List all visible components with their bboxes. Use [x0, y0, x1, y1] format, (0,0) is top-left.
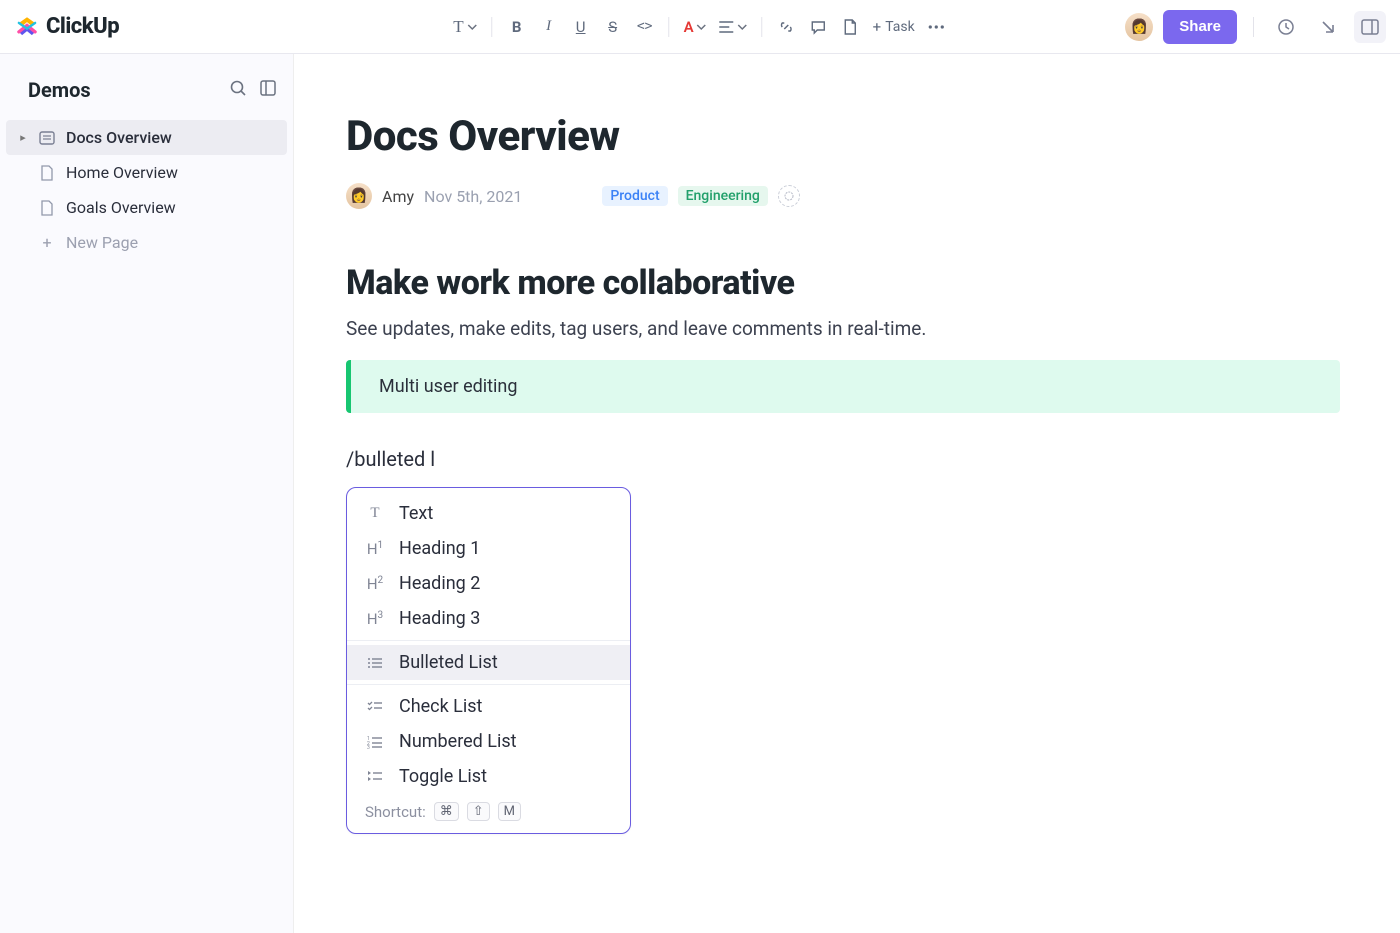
- topbar: ClickUp T B I U S <> A +Ta: [0, 0, 1400, 54]
- h2-icon: H2: [365, 575, 385, 593]
- bullet-list-icon: [365, 656, 385, 670]
- doc-paragraph[interactable]: See updates, make edits, tag users, and …: [346, 317, 1340, 340]
- collapse-sidebar-icon[interactable]: [259, 79, 277, 101]
- formatting-toolbar: T B I U S <> A +Task: [449, 12, 950, 42]
- sidebar-item-label: Docs Overview: [66, 128, 172, 147]
- bold-button[interactable]: B: [503, 12, 531, 42]
- page-icon: [38, 165, 56, 181]
- plus-icon: +: [38, 233, 56, 252]
- menu-item-numbered-list[interactable]: 123 Numbered List: [347, 724, 630, 759]
- numbered-list-icon: 123: [365, 735, 385, 749]
- menu-item-heading-3[interactable]: H3 Heading 3: [347, 601, 630, 636]
- add-tag-button[interactable]: [778, 185, 800, 207]
- text-color-dropdown[interactable]: A: [680, 12, 711, 42]
- menu-item-toggle-list[interactable]: Toggle List: [347, 759, 630, 794]
- sidebar-item-docs-overview[interactable]: ▸ Docs Overview: [6, 120, 287, 155]
- tag-product[interactable]: Product: [602, 186, 667, 206]
- menu-separator: [347, 640, 630, 641]
- sidebar-new-page[interactable]: + New Page: [6, 225, 287, 260]
- menu-item-text[interactable]: T Text: [347, 496, 630, 531]
- separator: [669, 17, 670, 37]
- user-avatar[interactable]: 👩: [1125, 13, 1153, 41]
- kbd-shift: ⇧: [467, 802, 490, 821]
- underline-button[interactable]: U: [567, 12, 595, 42]
- text-icon: T: [365, 505, 385, 522]
- menu-shortcut-hint: Shortcut: ⌘ ⇧ M: [347, 794, 630, 821]
- menu-separator: [347, 684, 630, 685]
- doc-meta: 👩 Amy Nov 5th, 2021 Product Engineering: [346, 183, 1340, 209]
- text-style-dropdown[interactable]: T: [449, 12, 481, 42]
- svg-text:3: 3: [367, 745, 370, 749]
- comment-button[interactable]: [805, 12, 833, 42]
- strikethrough-button[interactable]: S: [599, 12, 627, 42]
- separator: [492, 17, 493, 37]
- history-icon[interactable]: [1270, 11, 1302, 43]
- doc-icon: [38, 131, 56, 145]
- sidebar-item-goals-overview[interactable]: Goals Overview: [6, 190, 287, 225]
- italic-button[interactable]: I: [535, 12, 563, 42]
- sidebar-item-label: Home Overview: [66, 163, 178, 182]
- kbd-m: M: [498, 802, 521, 821]
- search-icon[interactable]: [229, 79, 247, 101]
- separator: [762, 17, 763, 37]
- kbd-cmd: ⌘: [434, 802, 459, 821]
- slash-command-menu: T Text H1 Heading 1 H2 Heading 2 H3 Head…: [346, 487, 631, 834]
- callout-block[interactable]: Multi user editing: [346, 360, 1340, 413]
- page-icon: [38, 200, 56, 216]
- menu-item-check-list[interactable]: Check List: [347, 689, 630, 724]
- doc-title[interactable]: Docs Overview: [346, 112, 1340, 161]
- separator: [1253, 17, 1254, 37]
- panel-toggle-icon[interactable]: [1354, 11, 1386, 43]
- h1-icon: H1: [365, 540, 385, 558]
- tag-engineering[interactable]: Engineering: [678, 186, 768, 206]
- link-button[interactable]: [773, 12, 801, 42]
- sidebar: Demos ▸ Docs Overview Home Overview: [0, 54, 294, 933]
- slash-command-input[interactable]: /bulleted l: [346, 447, 1340, 471]
- menu-item-heading-1[interactable]: H1 Heading 1: [347, 531, 630, 566]
- sidebar-item-label: New Page: [66, 233, 138, 252]
- code-button[interactable]: <>: [631, 12, 659, 42]
- author-avatar[interactable]: 👩: [346, 183, 372, 209]
- brand-logo[interactable]: ClickUp: [14, 14, 119, 40]
- menu-item-bulleted-list[interactable]: Bulleted List: [347, 645, 630, 680]
- topbar-right: 👩 Share: [1125, 10, 1386, 44]
- page-button[interactable]: [837, 12, 865, 42]
- chevron-right-icon: ▸: [18, 131, 28, 144]
- sidebar-item-home-overview[interactable]: Home Overview: [6, 155, 287, 190]
- download-icon[interactable]: [1312, 11, 1344, 43]
- doc-heading[interactable]: Make work more collaborative: [346, 263, 1340, 303]
- toggle-list-icon: [365, 770, 385, 784]
- sidebar-item-label: Goals Overview: [66, 198, 176, 217]
- check-list-icon: [365, 700, 385, 714]
- doc-date: Nov 5th, 2021: [424, 187, 522, 206]
- callout-text: Multi user editing: [379, 376, 517, 397]
- menu-item-heading-2[interactable]: H2 Heading 2: [347, 566, 630, 601]
- align-dropdown[interactable]: [715, 12, 752, 42]
- brand-name: ClickUp: [46, 14, 119, 39]
- sidebar-title: Demos: [28, 78, 91, 102]
- author-name: Amy: [382, 187, 414, 206]
- share-button[interactable]: Share: [1163, 10, 1237, 44]
- h3-icon: H3: [365, 610, 385, 628]
- clickup-logo-icon: [14, 14, 40, 40]
- add-task-button[interactable]: +Task: [869, 12, 919, 42]
- document: Docs Overview 👩 Amy Nov 5th, 2021 Produc…: [294, 54, 1400, 933]
- more-button[interactable]: [923, 12, 951, 42]
